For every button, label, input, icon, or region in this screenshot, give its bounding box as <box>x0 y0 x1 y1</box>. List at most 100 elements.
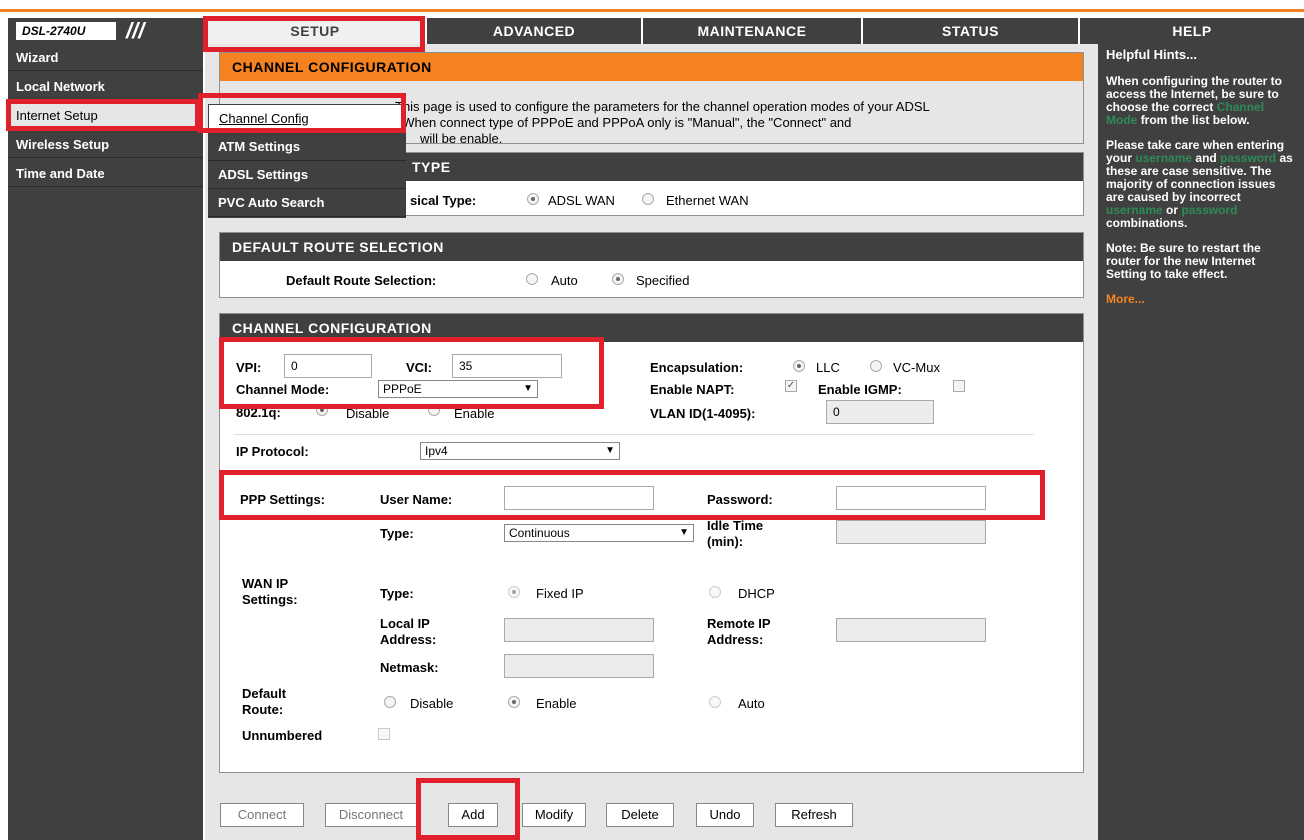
vci-label: VCI: <box>406 360 432 375</box>
unnumbered-checkbox[interactable] <box>378 728 390 740</box>
ip-protocol-value: Ipv4 <box>425 444 448 458</box>
intro-title: CHANNEL CONFIGURATION <box>220 53 1083 81</box>
ip-protocol-label: IP Protocol: <box>236 444 309 459</box>
vci-input[interactable]: 35 <box>452 354 562 378</box>
encap-llc-label: LLC <box>816 360 840 375</box>
disconnect-button[interactable]: Disconnect <box>325 803 417 827</box>
idle-time-unit-label: (min): <box>707 534 744 549</box>
help-text: from the list below. <box>1140 113 1250 127</box>
tab-help[interactable]: HELP <box>1080 18 1304 44</box>
delete-button[interactable]: Delete <box>606 803 674 827</box>
dot1q-disable-radio[interactable] <box>316 404 328 416</box>
remote-ip-label: Remote IP <box>707 616 771 631</box>
ip-protocol-select[interactable]: Ipv4 ▼ <box>420 442 620 460</box>
help-highlight: username <box>1106 203 1163 217</box>
route-specified-radio[interactable] <box>612 273 624 285</box>
channel-config-panel: CHANNEL CONFIGURATION VPI: 0 VCI: 35 Enc… <box>219 313 1084 773</box>
submenu-pvc-auto-search[interactable]: PVC Auto Search <box>208 189 406 217</box>
enable-igmp-checkbox[interactable] <box>953 380 965 392</box>
encap-llc-radio[interactable] <box>793 360 805 372</box>
vlan-id-input[interactable]: 0 <box>826 400 934 424</box>
remote-ip-input[interactable] <box>836 618 986 642</box>
submenu-channel-config[interactable]: Channel Config <box>208 104 406 132</box>
dhcp-label: DHCP <box>738 586 775 601</box>
logo-slashes: /// <box>126 18 145 43</box>
dot1q-label: 802.1q: <box>236 405 281 420</box>
help-title: Helpful Hints... <box>1106 47 1197 62</box>
modify-button[interactable]: Modify <box>522 803 586 827</box>
sidebar: Wizard Local Network Internet Setup Wire… <box>8 44 203 840</box>
section-divider <box>234 470 1034 471</box>
undo-button[interactable]: Undo <box>696 803 754 827</box>
netmask-label: Netmask: <box>380 660 439 675</box>
sidebar-item-wizard[interactable]: Wizard <box>8 44 203 71</box>
dropdown-arrow-icon: ▼ <box>605 445 615 456</box>
wan-ip-type-label: Type: <box>380 586 414 601</box>
encapsulation-label: Encapsulation: <box>650 360 744 375</box>
enable-napt-label: Enable NAPT: <box>650 382 735 397</box>
help-paragraph-2: Please take care when entering your user… <box>1106 139 1296 230</box>
username-input[interactable] <box>504 486 654 510</box>
sidebar-item-wireless-setup[interactable]: Wireless Setup <box>8 131 203 158</box>
channel-mode-value: PPPoE <box>383 382 422 396</box>
help-more-link[interactable]: More... <box>1106 293 1296 306</box>
enable-napt-checkbox[interactable]: ✓ <box>785 380 797 392</box>
default-route-sub-label: Route: <box>242 702 284 717</box>
route-enable-radio[interactable] <box>508 696 520 708</box>
fixed-ip-radio[interactable] <box>508 586 520 598</box>
dropdown-arrow-icon: ▼ <box>679 527 689 538</box>
top-tabs: SETUP ADVANCED MAINTENANCE STATUS HELP <box>205 18 1304 44</box>
channel-mode-label: Channel Mode: <box>236 382 330 397</box>
dot1q-enable-radio[interactable] <box>428 404 440 416</box>
route-auto-radio[interactable] <box>526 273 538 285</box>
default-route-panel: DEFAULT ROUTE SELECTION Default Route Se… <box>219 232 1084 298</box>
password-label: Password: <box>707 492 773 507</box>
intro-text-line3: will be enable. <box>420 131 503 146</box>
help-highlight: password <box>1181 203 1238 217</box>
route-enable-label: Enable <box>536 696 577 711</box>
tab-setup[interactable]: SETUP <box>205 18 425 44</box>
route-auto-label: Auto <box>738 696 765 711</box>
wan-ip-settings-label: Settings: <box>242 592 298 607</box>
tab-status[interactable]: STATUS <box>863 18 1078 44</box>
physical-type-label: sical Type: <box>410 193 477 208</box>
help-paragraph-3: Note: Be sure to restart the router for … <box>1106 241 1261 281</box>
model-logo: DSL-2740U /// <box>8 18 203 44</box>
local-ip-label: Local IP <box>380 616 430 631</box>
dot1q-disable-label: Disable <box>346 406 390 421</box>
vpi-input[interactable]: 0 <box>284 354 372 378</box>
sidebar-item-internet-setup[interactable]: Internet Setup <box>8 102 203 129</box>
tab-maintenance[interactable]: MAINTENANCE <box>643 18 861 44</box>
vlan-id-label: VLAN ID(1-4095): <box>650 406 756 421</box>
dhcp-radio[interactable] <box>709 586 721 598</box>
add-button[interactable]: Add <box>448 803 498 827</box>
idle-time-input[interactable] <box>836 520 986 544</box>
connect-button[interactable]: Connect <box>220 803 304 827</box>
help-paragraph-1: When configuring the router to access th… <box>1106 75 1296 127</box>
tab-advanced[interactable]: ADVANCED <box>427 18 641 44</box>
route-auto-radio[interactable] <box>709 696 721 708</box>
refresh-button[interactable]: Refresh <box>775 803 853 827</box>
encap-vcmux-radio[interactable] <box>870 360 882 372</box>
help-text: or <box>1166 203 1179 217</box>
ppp-type-label: Type: <box>380 526 414 541</box>
enable-igmp-label: Enable IGMP: <box>818 382 902 397</box>
netmask-input[interactable] <box>504 654 654 678</box>
password-input[interactable] <box>836 486 986 510</box>
sidebar-item-local-network[interactable]: Local Network <box>8 73 203 100</box>
sidebar-item-time-and-date[interactable]: Time and Date <box>8 160 203 187</box>
adsl-wan-radio[interactable] <box>527 193 539 205</box>
intro-text-line2: : When connect type of PPPoE and PPPoA o… <box>395 115 852 130</box>
local-ip-address-label: Address: <box>380 632 437 647</box>
ppp-settings-label: PPP Settings: <box>240 492 326 507</box>
route-auto-label: Auto <box>551 273 578 288</box>
submenu-atm-settings[interactable]: ATM Settings <box>208 133 406 161</box>
channel-mode-select[interactable]: PPPoE ▼ <box>378 380 538 398</box>
route-disable-label: Disable <box>410 696 454 711</box>
ethernet-wan-radio[interactable] <box>642 193 654 205</box>
dot1q-enable-label: Enable <box>454 406 495 421</box>
submenu-adsl-settings[interactable]: ADSL Settings <box>208 161 406 189</box>
ppp-type-select[interactable]: Continuous ▼ <box>504 524 694 542</box>
local-ip-input[interactable] <box>504 618 654 642</box>
route-disable-radio[interactable] <box>384 696 396 708</box>
